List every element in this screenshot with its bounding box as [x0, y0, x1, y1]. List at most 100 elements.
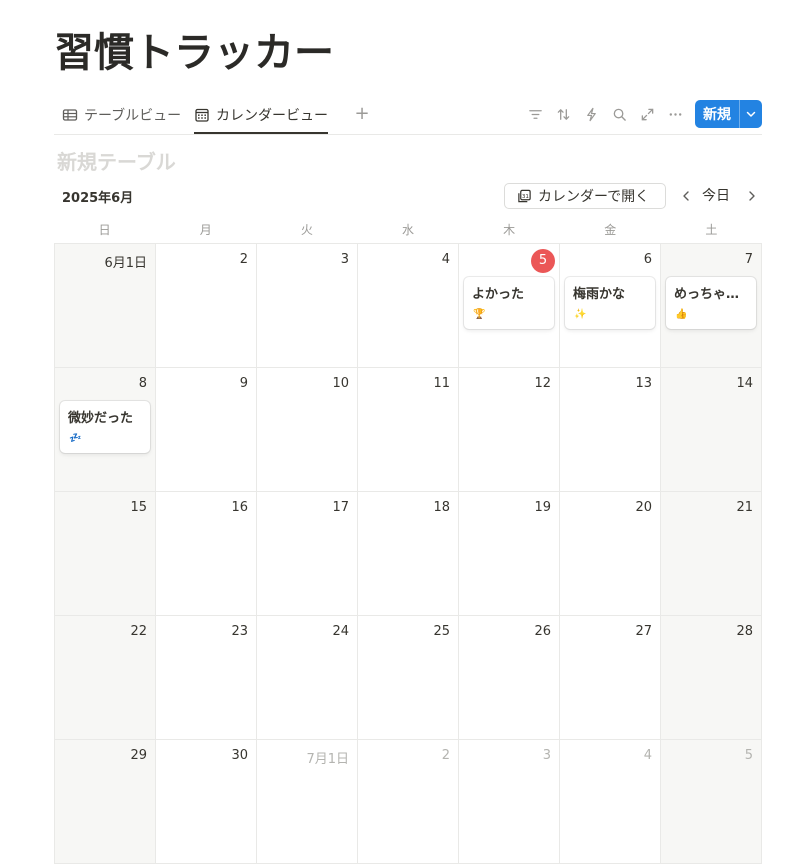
calendar-day-cell[interactable]: 21: [661, 492, 762, 616]
day-number: 27: [635, 624, 652, 639]
calendar-day-cell[interactable]: 24: [257, 616, 358, 740]
day-number: 7: [744, 252, 753, 267]
calendar-day-cell[interactable]: 2: [358, 740, 459, 864]
tab-label: カレンダービュー: [216, 108, 328, 124]
open-in-calendar-button[interactable]: 31 カレンダーで開く: [504, 183, 666, 209]
calendar-day-cell[interactable]: 12: [459, 368, 560, 492]
calendar-day-cell[interactable]: 10: [257, 368, 358, 492]
tab-table-view[interactable]: テーブルビュー: [62, 98, 181, 132]
day-number: 13: [635, 376, 652, 391]
calendar-day-cell[interactable]: 28: [661, 616, 762, 740]
weekday-label: 火: [300, 223, 313, 237]
calendar-day-cell[interactable]: 7月1日: [257, 740, 358, 864]
sort-icon: [557, 108, 569, 120]
view-tabs: テーブルビュー カレンダービュー + 新規: [54, 98, 762, 135]
calendar-day-cell[interactable]: 3: [459, 740, 560, 864]
calendar-day-cell[interactable]: 16: [156, 492, 257, 616]
day-number: 3: [542, 748, 551, 763]
calendar-day-cell[interactable]: 7 めっちゃ良かった 👍: [661, 244, 762, 368]
day-number: 5: [744, 748, 753, 763]
day-number: 23: [231, 624, 248, 639]
calendar-day-cell[interactable]: 29: [55, 740, 156, 864]
day-number: 16: [231, 500, 248, 515]
calendar-day-cell[interactable]: 5: [661, 740, 762, 864]
filter-button[interactable]: [521, 100, 549, 128]
calendar-day-cell[interactable]: 23: [156, 616, 257, 740]
calendar-day-cell[interactable]: 3: [257, 244, 358, 368]
plus-icon: +: [354, 103, 370, 124]
day-number: 3: [340, 252, 349, 267]
day-number: 22: [130, 624, 147, 639]
calendar-day-cell[interactable]: 11: [358, 368, 459, 492]
day-number: 25: [433, 624, 450, 639]
today-day-number: 5: [531, 249, 555, 273]
today-button[interactable]: 今日: [702, 185, 730, 207]
weekday-label: 水: [401, 223, 414, 237]
database-title[interactable]: 新規テーブル: [57, 146, 176, 175]
day-number: 14: [736, 376, 753, 391]
more-button[interactable]: [661, 100, 689, 128]
add-view-button[interactable]: +: [352, 102, 372, 126]
day-number: 19: [534, 500, 551, 515]
calendar-day-cell[interactable]: 14: [661, 368, 762, 492]
weekday-label: 土: [705, 223, 718, 237]
event-card[interactable]: 梅雨かな ✨: [565, 277, 655, 329]
calendar-day-cell[interactable]: 19: [459, 492, 560, 616]
day-number: 2: [441, 748, 450, 763]
new-button[interactable]: 新規: [695, 100, 739, 128]
event-card[interactable]: めっちゃ良かった 👍: [666, 277, 756, 329]
event-title: 梅雨かな: [573, 287, 626, 302]
calendar-day-cell[interactable]: 4: [560, 740, 661, 864]
calendar-day-cell[interactable]: 6月1日: [55, 244, 156, 368]
chevron-left-icon: [683, 191, 689, 201]
calendar-day-cell[interactable]: 15: [55, 492, 156, 616]
weekday-label: 日: [98, 223, 111, 237]
month-label: 2025年6月: [62, 191, 134, 206]
filter-icon: [528, 109, 542, 119]
event-card[interactable]: よかった 🏆: [464, 277, 554, 329]
calendar-day-cell[interactable]: 27: [560, 616, 661, 740]
day-number: 11: [433, 376, 450, 391]
calendar-day-cell[interactable]: 13: [560, 368, 661, 492]
day-number: 20: [635, 500, 652, 515]
new-dropdown-button[interactable]: [739, 100, 762, 128]
calendar-day-cell[interactable]: 5 よかった 🏆: [459, 244, 560, 368]
day-number: 30: [231, 748, 248, 763]
expand-icon: [641, 108, 653, 120]
calendar-icon: [194, 107, 210, 123]
page-title: 習慣トラッカー: [54, 30, 334, 76]
sort-button[interactable]: [549, 100, 577, 128]
view-toolbar: 新規: [521, 99, 762, 129]
day-number: 24: [332, 624, 349, 639]
search-button[interactable]: [605, 100, 633, 128]
event-emoji-icon: 💤: [69, 433, 82, 444]
expand-button[interactable]: [633, 100, 661, 128]
event-title: 微妙だった: [68, 411, 134, 426]
calendar-day-cell[interactable]: 9: [156, 368, 257, 492]
calendar-day-cell[interactable]: 22: [55, 616, 156, 740]
day-number: 26: [534, 624, 551, 639]
day-number: 2: [239, 252, 248, 267]
calendar-day-cell[interactable]: 25: [358, 616, 459, 740]
event-emoji-icon: ✨: [574, 309, 587, 320]
calendar-day-cell[interactable]: 18: [358, 492, 459, 616]
calendar-day-cell[interactable]: 2: [156, 244, 257, 368]
calendar-day-cell[interactable]: 8 微妙だった 💤: [55, 368, 156, 492]
automation-button[interactable]: [577, 100, 605, 128]
calendar-day-cell[interactable]: 20: [560, 492, 661, 616]
previous-month-button[interactable]: [676, 185, 696, 207]
chevron-right-icon: [749, 191, 755, 201]
day-number: 6: [643, 252, 652, 267]
calendar-day-cell[interactable]: 17: [257, 492, 358, 616]
calendar-day-cell[interactable]: 4: [358, 244, 459, 368]
day-number: 7月1日: [306, 752, 349, 767]
next-month-button[interactable]: [742, 185, 762, 207]
tab-calendar-view[interactable]: カレンダービュー: [194, 98, 328, 134]
calendar-day-cell[interactable]: 26: [459, 616, 560, 740]
calendar-day-cell[interactable]: 6 梅雨かな ✨: [560, 244, 661, 368]
event-card[interactable]: 微妙だった 💤: [60, 401, 150, 453]
calendar-app-icon: 31: [518, 189, 531, 202]
calendar-day-cell[interactable]: 30: [156, 740, 257, 864]
lightning-icon: [586, 107, 596, 121]
open-in-calendar-label: カレンダーで開く: [538, 189, 650, 205]
